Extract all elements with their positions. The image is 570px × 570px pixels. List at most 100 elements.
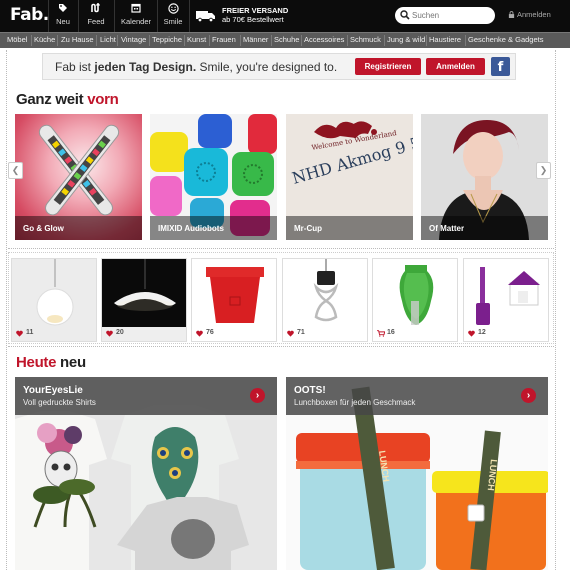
category-vintage[interactable]: Vintage xyxy=(121,35,146,44)
calendar-icon xyxy=(119,3,153,17)
shipping-title: FREIER VERSAND xyxy=(222,6,289,15)
divider xyxy=(347,35,348,46)
product-image xyxy=(476,267,540,325)
category-zu-hause[interactable]: Zu Hause xyxy=(61,35,94,44)
divider xyxy=(8,346,554,347)
hero-mr-cup[interactable]: Welcome to Wonderland NHD Akmog 9 5ff Nc… xyxy=(286,114,413,240)
product-green-vase[interactable]: 16 xyxy=(372,258,458,342)
heading-accent: vorn xyxy=(87,91,119,108)
product-image xyxy=(206,267,264,323)
truck-icon xyxy=(196,11,215,22)
divider xyxy=(31,35,32,46)
favorite-count: 11 xyxy=(26,329,34,336)
category-kunst[interactable]: Kunst xyxy=(187,35,206,44)
login-label: Anmelden xyxy=(517,10,551,19)
category-jung-wild[interactable]: Jung & wild xyxy=(387,35,425,44)
product-footer: 16 xyxy=(373,327,457,341)
signin-button[interactable]: Anmelden xyxy=(426,58,485,75)
cart-icon[interactable] xyxy=(377,330,385,337)
carousel-next-button[interactable]: ❯ xyxy=(536,162,551,179)
panel-title: YourEyesLie xyxy=(23,385,83,396)
nav-label: Feed xyxy=(87,17,105,26)
heading-accent: Heute xyxy=(16,354,57,371)
panel-header: YourEyesLie Voll gedruckte Shirts xyxy=(15,377,277,415)
category-bar: Möbel Küche Zu Hause Licht Vintage Teppi… xyxy=(0,32,570,48)
top-navigation-bar: Fab. Neu Feed Kalender Smile FREIER VERS… xyxy=(0,0,570,32)
product-plumen-bulb[interactable]: 71 xyxy=(282,258,368,342)
category-kueche[interactable]: Küche xyxy=(34,35,55,44)
slogan-bold: jeden Tag Design. xyxy=(94,60,197,74)
product-boomerang-lamp[interactable]: 20 xyxy=(101,258,187,342)
facebook-icon[interactable]: f xyxy=(491,57,510,76)
divider xyxy=(149,35,150,46)
slogan-part: Smile, you're designed to. xyxy=(196,60,338,74)
hero-caption: IMIXID Audiobots xyxy=(150,216,277,240)
divider xyxy=(465,35,466,46)
nav-kalender[interactable]: Kalender xyxy=(119,3,153,29)
category-geschenke-gadgets[interactable]: Geschenke & Gadgets xyxy=(468,35,543,44)
category-schmuck[interactable]: Schmuck xyxy=(350,35,381,44)
heart-icon[interactable] xyxy=(287,330,294,337)
heart-icon[interactable] xyxy=(16,330,23,337)
divider xyxy=(48,0,49,32)
product-image xyxy=(399,265,434,325)
category-moebel[interactable]: Möbel xyxy=(7,35,27,44)
heart-icon[interactable] xyxy=(196,330,203,337)
banner-slogan: Fab ist jeden Tag Design. Smile, you're … xyxy=(55,60,337,74)
search-box[interactable] xyxy=(395,7,495,24)
chevron-right-icon[interactable]: › xyxy=(521,388,536,403)
category-schuhe[interactable]: Schuhe xyxy=(274,35,299,44)
feed-icon xyxy=(84,2,108,17)
lock-icon xyxy=(508,11,515,18)
carousel-prev-button[interactable]: ❮ xyxy=(8,162,23,179)
divider xyxy=(189,0,190,32)
login-link[interactable]: Anmelden xyxy=(508,10,551,19)
product-red-planter[interactable]: 76 xyxy=(191,258,277,342)
nav-feed[interactable]: Feed xyxy=(84,2,108,29)
product-image xyxy=(114,259,176,311)
fab-logo[interactable]: Fab. xyxy=(10,5,49,25)
divider xyxy=(114,0,115,32)
product-pendant-lamp[interactable]: 11 xyxy=(11,258,97,342)
nav-smile[interactable]: Smile xyxy=(162,3,184,29)
smile-icon xyxy=(162,3,184,17)
section-heading-ganz-weit-vorn: Ganz weit vorn xyxy=(16,91,119,108)
hero-of-matter[interactable]: Of Matter xyxy=(421,114,548,240)
hero-imixid-audiobots[interactable]: IMIXID Audiobots xyxy=(150,114,277,240)
category-accessoires[interactable]: Accessoires xyxy=(304,35,344,44)
product-image xyxy=(313,259,339,322)
sale-panel-oots[interactable]: LUNCH LUNCH OOTS! Lunchboxen für jeden G… xyxy=(286,377,548,570)
chevron-right-icon[interactable]: › xyxy=(250,388,265,403)
divider xyxy=(301,35,302,46)
category-frauen[interactable]: Frauen xyxy=(212,35,236,44)
favorite-count: 12 xyxy=(478,329,486,336)
category-licht[interactable]: Licht xyxy=(100,35,116,44)
heart-icon[interactable] xyxy=(468,330,475,337)
product-footer: 71 xyxy=(283,327,367,341)
heading-plain: Ganz weit xyxy=(16,91,88,108)
panel-subtitle: Lunchboxen für jeden Geschmack xyxy=(294,398,416,407)
divider xyxy=(157,0,158,32)
tag-icon xyxy=(52,3,74,17)
hero-caption: Mr-Cup xyxy=(286,216,413,240)
product-toilet-brush[interactable]: 12 xyxy=(463,258,549,342)
category-haustiere[interactable]: Haustiere xyxy=(429,35,461,44)
heading-plain: neu xyxy=(56,354,86,371)
shipping-subtitle: ab 70€ Bestellwert xyxy=(222,15,284,24)
chevron-left-icon: ❮ xyxy=(11,165,20,175)
heart-icon[interactable] xyxy=(106,330,113,337)
favorite-count: 71 xyxy=(297,329,305,336)
search-input[interactable] xyxy=(412,9,490,22)
product-footer: 11 xyxy=(12,327,96,341)
free-shipping-notice: FREIER VERSAND ab 70€ Bestellwert xyxy=(222,6,288,24)
hero-go-glow[interactable]: Go & Glow xyxy=(15,114,142,240)
hero-caption: Go & Glow xyxy=(15,216,142,240)
category-teppiche[interactable]: Teppiche xyxy=(152,35,182,44)
nav-neu[interactable]: Neu xyxy=(52,3,74,29)
panel-header: OOTS! Lunchboxen für jeden Geschmack xyxy=(286,377,548,415)
favorite-count: 16 xyxy=(387,329,395,336)
sale-panel-youreyeslie[interactable]: YourEyesLie Voll gedruckte Shirts › xyxy=(15,377,277,570)
category-maenner[interactable]: Männer xyxy=(243,35,268,44)
register-button[interactable]: Registrieren xyxy=(355,58,421,75)
divider xyxy=(209,35,210,46)
